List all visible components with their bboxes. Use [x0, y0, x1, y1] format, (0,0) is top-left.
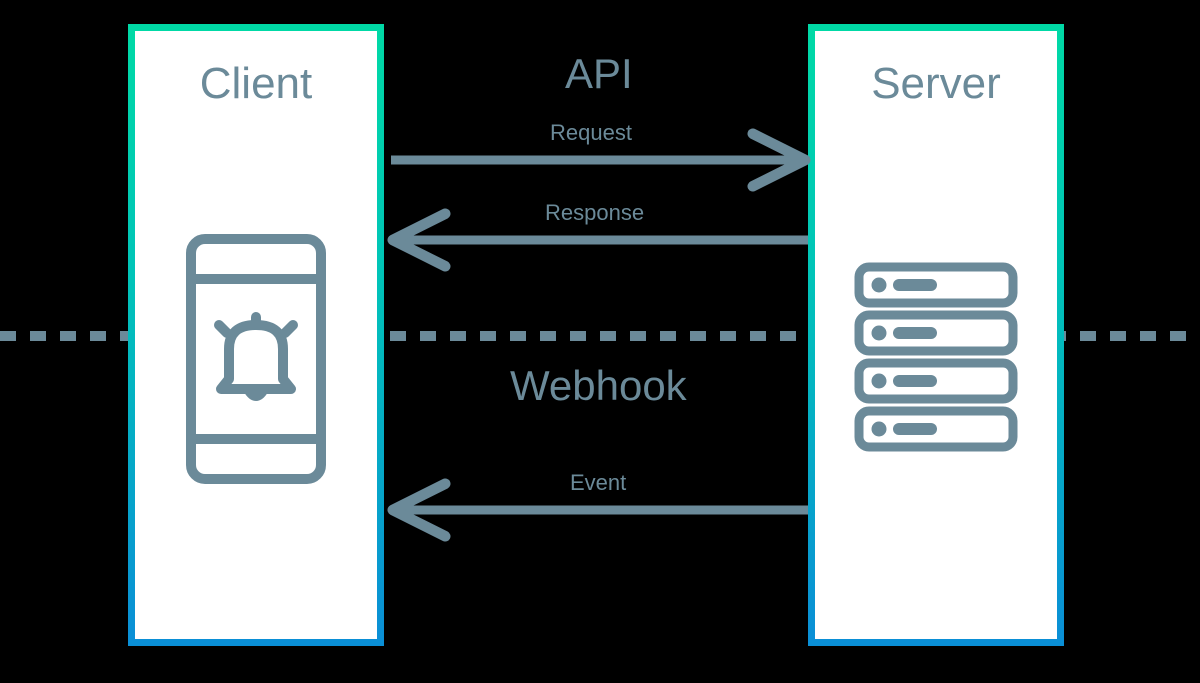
request-arrow-label: Request: [550, 120, 632, 146]
server-rack-icon: [851, 259, 1021, 459]
response-arrow-label: Response: [545, 200, 644, 226]
client-box: Client: [128, 24, 384, 646]
server-box: Server: [808, 24, 1064, 646]
api-section-label: API: [565, 50, 633, 98]
event-arrow-label: Event: [570, 470, 626, 496]
client-icon-wrap: [181, 79, 331, 639]
phone-bell-icon: [181, 229, 331, 489]
server-icon-wrap: [851, 79, 1021, 639]
webhook-section-label: Webhook: [510, 362, 687, 410]
